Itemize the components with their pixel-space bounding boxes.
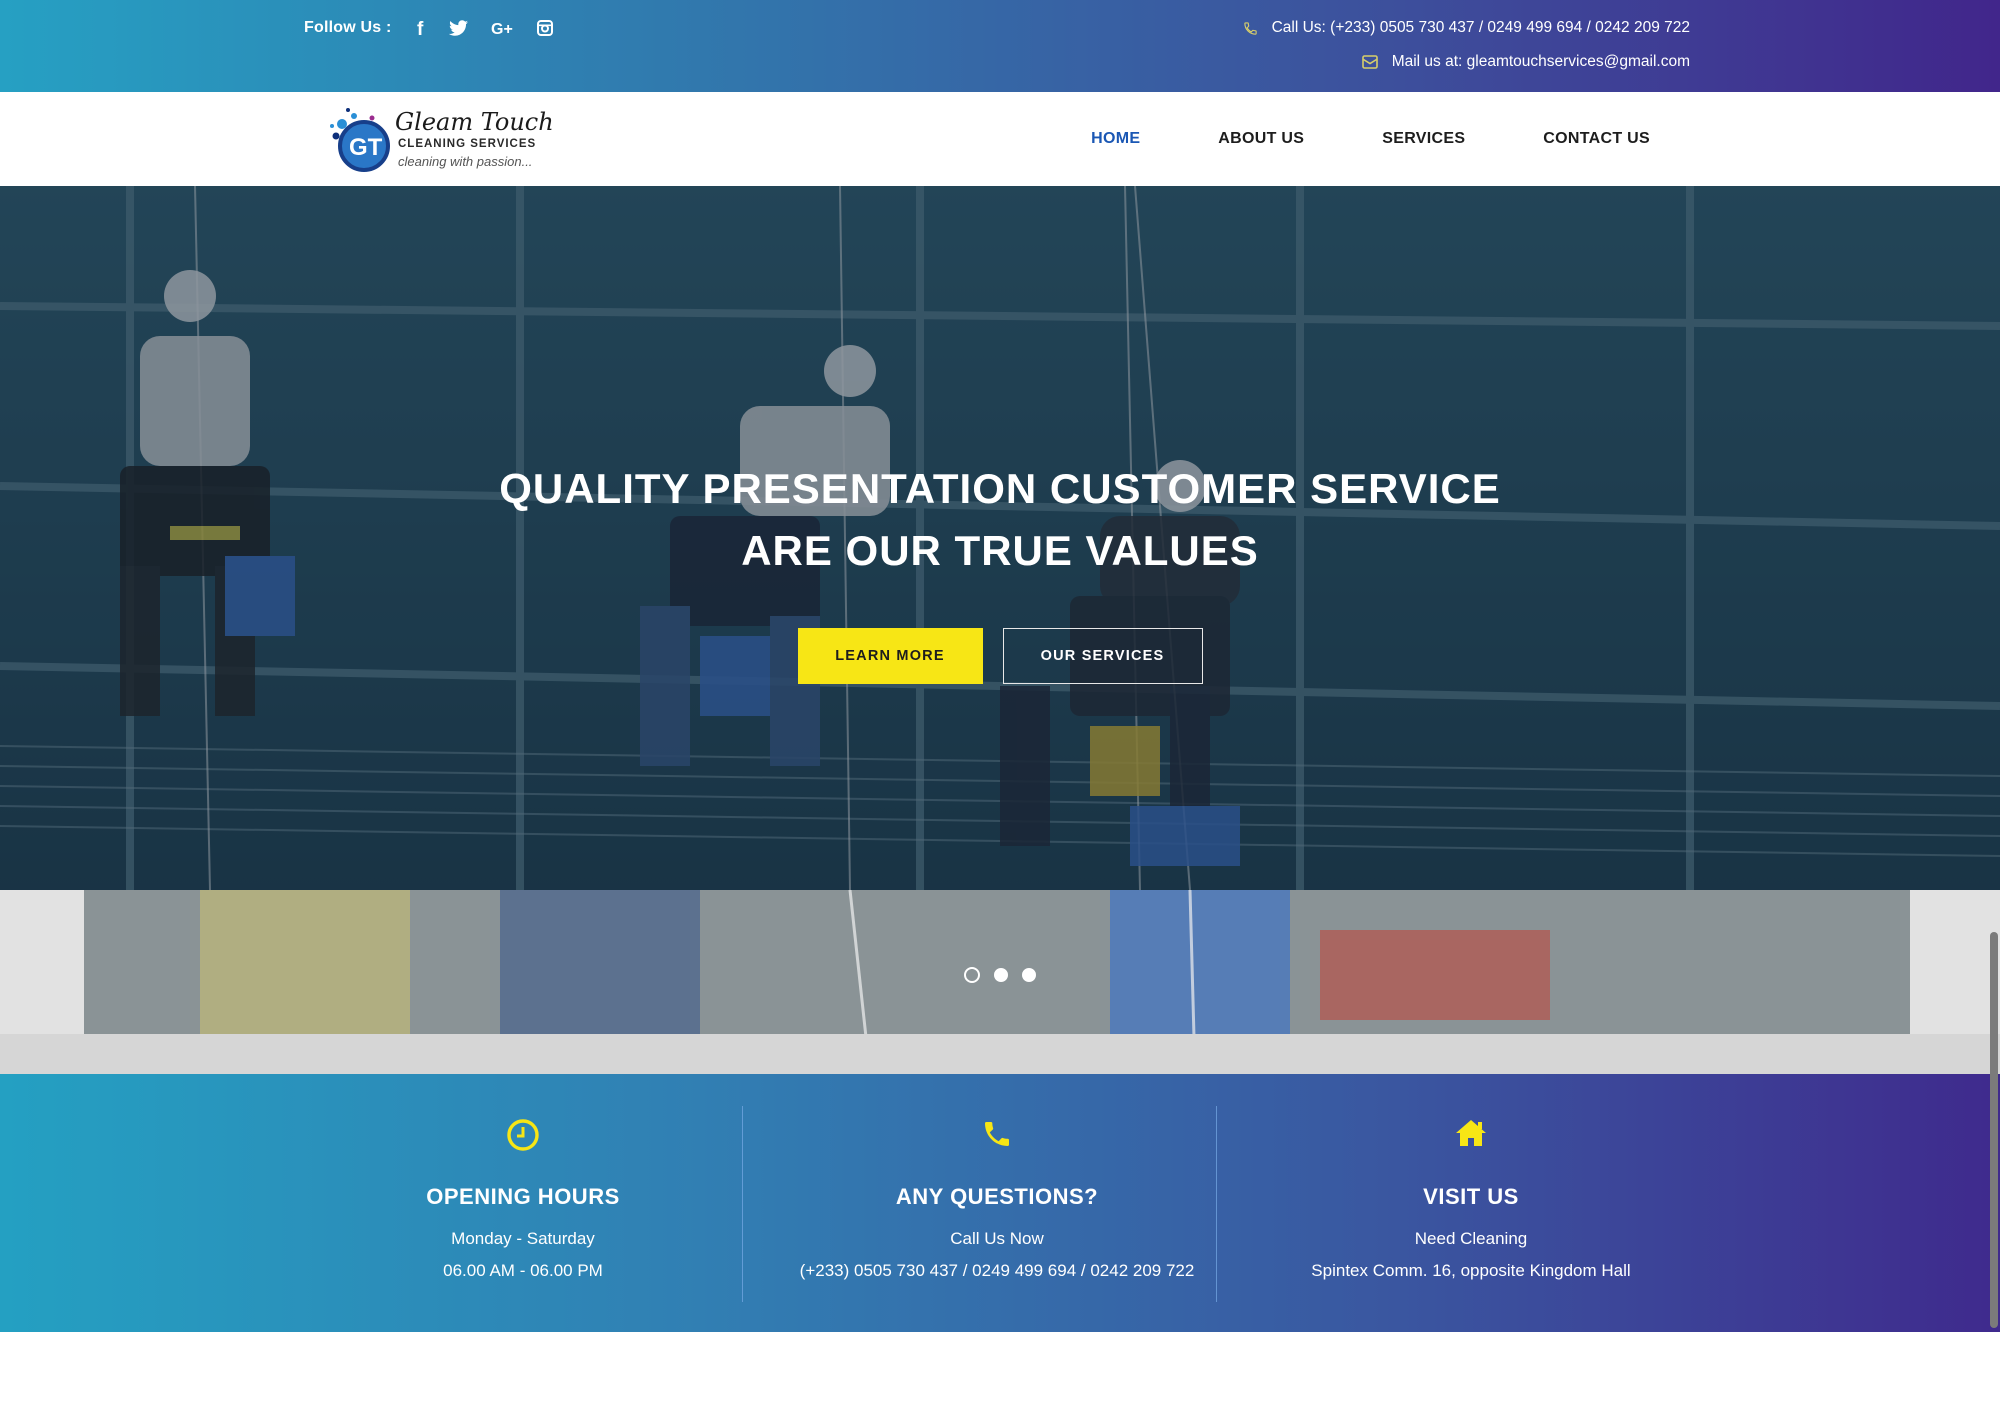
phone-icon [985, 1122, 1009, 1146]
scrollbar-thumb[interactable] [1990, 932, 1998, 1328]
phone-numbers-text[interactable]: (+233) 0505 730 437 / 0249 499 694 / 024… [760, 1261, 1234, 1281]
follow-us-label: Follow Us : [304, 19, 392, 36]
call-line: Call Us: (+233) 0505 730 437 / 0249 499 … [1243, 17, 1690, 39]
any-questions-title: ANY QUESTIONS? [895, 1184, 1099, 1209]
address-text: Spintex Comm. 16, opposite Kingdom Hall [1311, 1261, 1631, 1280]
logo-mark-icon: GT [330, 108, 390, 172]
need-cleaning-text: Need Cleaning [1414, 1229, 1528, 1248]
top-bar: Follow Us : f G+ Call Us: (+233) 0505 73… [0, 0, 2000, 92]
learn-more-button[interactable]: LEARN MORE [797, 628, 983, 684]
nav-home[interactable]: HOME [1091, 130, 1140, 148]
visit-us-title: VISIT US [1423, 1184, 1519, 1209]
nav-services[interactable]: SERVICES [1382, 130, 1465, 148]
slider-dot-1[interactable] [964, 967, 980, 983]
google-plus-icon[interactable]: G+ [491, 17, 515, 39]
svg-text:GT: GT [349, 134, 383, 161]
contact-info: Call Us: (+233) 0505 730 437 / 0249 499 … [1243, 17, 1690, 85]
svg-text:G+: G+ [491, 21, 513, 36]
hero-buttons: LEARN MORE OUR SERVICES [0, 628, 2000, 684]
phone-icon [1243, 21, 1258, 36]
mail-text[interactable]: Mail us at: gleamtouchservices@gmail.com [1392, 53, 1690, 71]
nav-contact-us[interactable]: CONTACT US [1543, 130, 1650, 148]
navbar [0, 92, 2000, 186]
clock-icon [507, 1119, 539, 1151]
hero-slider: QUALITY PRESENTATION CUSTOMER SERVICE AR… [0, 186, 2000, 890]
nav-about-us[interactable]: ABOUT US [1218, 130, 1304, 148]
any-questions-block: ANY QUESTIONS? Call Us Now (+233) 0505 7… [760, 1074, 1234, 1332]
logo-subtitle: CLEANING SERVICES [398, 138, 537, 150]
envelope-icon [1361, 55, 1378, 69]
call-us-now-text: Call Us Now [950, 1229, 1044, 1248]
logo-name: Gleam Touch [395, 108, 554, 136]
slider-pagination [0, 967, 2000, 983]
home-icon [1456, 1120, 1486, 1146]
visit-us-block: VISIT US Need Cleaning Spintex Comm. 16,… [1234, 1074, 1708, 1332]
svg-text:f: f [417, 19, 424, 37]
twitter-icon[interactable] [448, 17, 469, 39]
info-strip: OPENING HOURS Monday - Saturday 06.00 AM… [0, 1074, 2000, 1332]
our-services-button[interactable]: OUR SERVICES [1002, 628, 1203, 684]
slider-dot-3[interactable] [1022, 968, 1036, 982]
slider-dot-2[interactable] [994, 968, 1008, 982]
hero-title: QUALITY PRESENTATION CUSTOMER SERVICE AR… [0, 458, 2000, 582]
site-logo[interactable]: GT Gleam Touch CLEANING SERVICES cleanin… [328, 104, 558, 176]
info-divider [1216, 1106, 1217, 1302]
hero-title-line-1: QUALITY PRESENTATION CUSTOMER SERVICE [499, 465, 1501, 512]
follow-us: Follow Us : f G+ [304, 17, 553, 39]
opening-hours-days: Monday - Saturday [451, 1229, 595, 1248]
opening-hours-title: OPENING HOURS [426, 1184, 620, 1209]
hero-title-line-2: ARE OUR TRUE VALUES [741, 527, 1259, 574]
instagram-icon[interactable] [536, 17, 553, 39]
facebook-icon[interactable]: f [416, 17, 427, 39]
opening-hours-block: OPENING HOURS Monday - Saturday 06.00 AM… [286, 1074, 760, 1332]
call-text[interactable]: Call Us: (+233) 0505 730 437 / 0249 499 … [1272, 19, 1690, 37]
opening-hours-times: 06.00 AM - 06.00 PM [443, 1261, 603, 1280]
info-divider [742, 1106, 743, 1302]
main-nav: HOME ABOUT US SERVICES CONTACT US [1013, 92, 1650, 186]
mail-line: Mail us at: gleamtouchservices@gmail.com [1243, 51, 1690, 73]
logo-tagline: cleaning with passion... [398, 154, 533, 169]
